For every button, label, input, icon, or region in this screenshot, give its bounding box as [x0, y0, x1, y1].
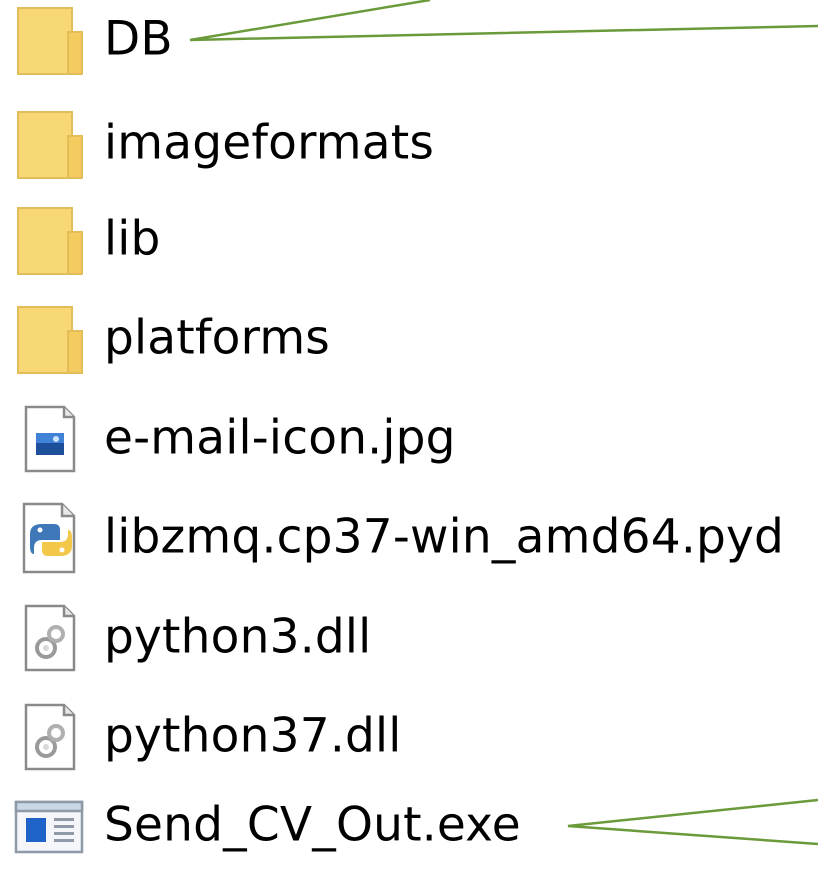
file-name: python3.dll: [104, 609, 372, 665]
file-name: libzmq.cp37-win_amd64.pyd: [104, 509, 785, 565]
file-list: DB imageformats lib platforms e-mail-ico…: [0, 0, 818, 860]
file-row-imageformats[interactable]: imageformats: [0, 96, 818, 192]
file-row-lib[interactable]: lib: [0, 192, 818, 288]
file-name: python37.dll: [104, 708, 402, 764]
exe-file-icon: [12, 788, 88, 864]
file-name: DB: [104, 11, 173, 67]
file-name: platforms: [104, 310, 330, 366]
file-row-python37-dll[interactable]: python37.dll: [0, 689, 818, 785]
folder-icon: [12, 2, 88, 78]
file-row-libzmq-pyd[interactable]: libzmq.cp37-win_amd64.pyd: [0, 490, 818, 586]
folder-icon: [12, 301, 88, 377]
file-name: e-mail-icon.jpg: [104, 410, 456, 466]
file-row-platforms[interactable]: platforms: [0, 291, 818, 387]
folder-icon: [12, 202, 88, 278]
file-row-e-mail-icon-jpg[interactable]: e-mail-icon.jpg: [0, 391, 818, 487]
dll-file-icon: [12, 699, 88, 775]
file-row-db[interactable]: DB: [0, 0, 818, 88]
image-file-icon: [12, 401, 88, 477]
file-name: imageformats: [104, 115, 435, 171]
folder-icon: [12, 106, 88, 182]
file-name: lib: [104, 211, 161, 267]
file-row-python3-dll[interactable]: python3.dll: [0, 590, 818, 686]
file-name: Send_CV_Out.exe: [104, 797, 521, 853]
dll-file-icon: [12, 600, 88, 676]
python-file-icon: [12, 500, 88, 576]
